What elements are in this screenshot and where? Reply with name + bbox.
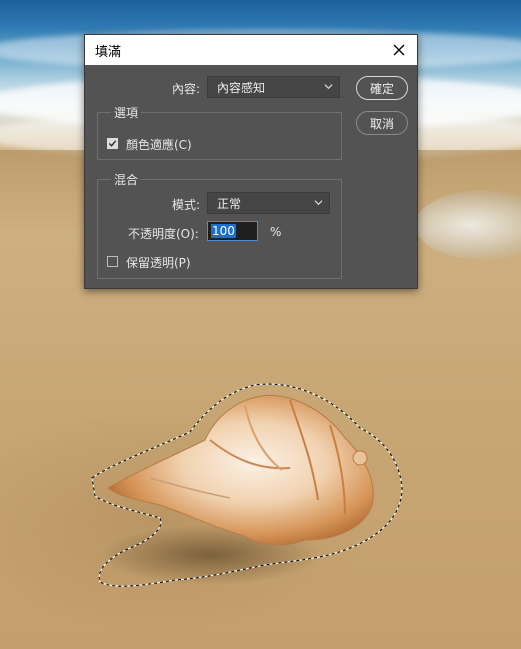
- opacity-input[interactable]: 100: [207, 221, 258, 241]
- contents-dropdown[interactable]: 內容感知: [207, 76, 340, 98]
- chevron-down-icon: [314, 200, 323, 206]
- close-icon: [393, 44, 405, 56]
- mode-value: 正常: [217, 196, 242, 211]
- fill-dialog: 填滿 內容: 內容感知 確定 取消 選項 顏色適應(C) 混合 模式: 正常 不…: [84, 34, 418, 289]
- preserve-transparency-checkbox[interactable]: [107, 256, 118, 267]
- contents-label: 內容:: [172, 82, 201, 96]
- chevron-down-icon: [324, 84, 333, 90]
- dialog-titlebar[interactable]: 填滿: [85, 35, 417, 65]
- options-legend: 選項: [111, 104, 142, 121]
- ok-button[interactable]: 確定: [356, 76, 408, 100]
- blending-legend: 混合: [111, 171, 142, 188]
- color-adaptation-label[interactable]: 顏色適應(C): [126, 136, 192, 153]
- preserve-transparency-label[interactable]: 保留透明(P): [126, 254, 191, 271]
- contents-value: 內容感知: [217, 80, 266, 95]
- cancel-button[interactable]: 取消: [356, 111, 408, 135]
- check-icon: [108, 140, 117, 147]
- mode-label: 模式:: [172, 198, 201, 212]
- opacity-value: 100: [211, 224, 236, 238]
- opacity-unit: %: [270, 225, 282, 239]
- dialog-title: 填滿: [95, 44, 122, 60]
- close-button[interactable]: [389, 40, 409, 60]
- opacity-label: 不透明度(O):: [128, 227, 199, 241]
- color-adaptation-checkbox[interactable]: [107, 138, 118, 149]
- mode-dropdown[interactable]: 正常: [207, 192, 330, 214]
